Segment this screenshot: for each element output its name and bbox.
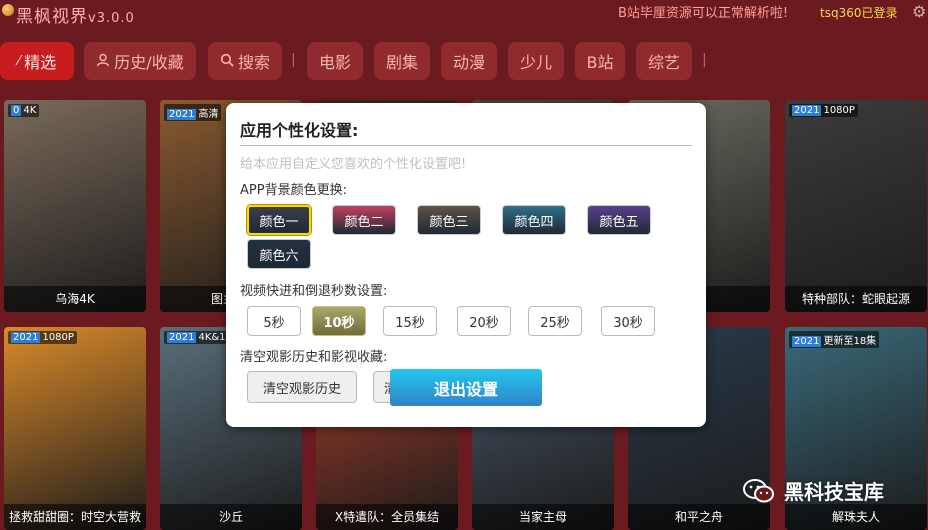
quality-label: 更新至18集	[823, 336, 877, 347]
nav-label: 精选	[24, 53, 57, 72]
app-title: 黑枫视界v3.0.0	[16, 2, 135, 27]
top-bar: 黑枫视界v3.0.0 B站毕厘资源可以正常解析啦! tsq360已登录 ⚙	[0, 0, 928, 28]
nav-divider: |	[702, 52, 707, 68]
nav-anime[interactable]: 动漫	[441, 42, 497, 80]
app-version: v3.0.0	[88, 11, 135, 26]
watermark: 黑科技宝库	[742, 476, 884, 505]
nav-label: 少儿	[519, 53, 552, 72]
bg-color-option[interactable]: 颜色五	[587, 205, 651, 235]
dialog-subtitle: 给本应用自定义您喜欢的个性化设置吧!	[240, 157, 467, 172]
search-icon	[220, 52, 234, 71]
user-icon	[96, 52, 110, 71]
bg-color-option[interactable]: 颜色四	[502, 205, 566, 235]
year-badge: 0	[11, 105, 22, 116]
year-badge: 2021	[792, 105, 822, 116]
movie-title: 拯救甜甜圈：时空大营救	[4, 504, 146, 530]
nav-divider: |	[291, 52, 296, 68]
quality-badge: 2021 1080P	[789, 104, 858, 117]
exit-settings-button[interactable]: 退出设置	[390, 369, 542, 406]
seek-seconds-label: 视频快进和倒退秒数设置:	[240, 284, 388, 299]
seek-option[interactable]: 5秒	[247, 306, 301, 336]
year-badge: 2021	[167, 109, 197, 120]
nav-history-favorites[interactable]: 历史/收藏	[84, 42, 196, 80]
login-status[interactable]: tsq360已登录	[820, 4, 897, 21]
nav-label: 历史/收藏	[114, 53, 184, 72]
movie-title: 和平之舟	[628, 504, 770, 530]
movie-poster	[4, 327, 146, 530]
nav-bilibili[interactable]: B站	[575, 42, 625, 80]
movie-title: 当家主母	[472, 504, 614, 530]
quality-label: 高清	[198, 109, 219, 120]
watermark-text: 黑科技宝库	[784, 480, 884, 504]
movie-card[interactable]: 2021 1080P 特种部队：蛇眼起源	[785, 100, 927, 312]
dialog-divider	[240, 145, 692, 146]
movie-title: 解珠夫人	[785, 504, 927, 530]
seek-option[interactable]: 20秒	[457, 306, 511, 336]
quality-badge: 2021 高清	[164, 104, 222, 121]
nav-series[interactable]: 剧集	[374, 42, 430, 80]
magic-wand-icon: ⁄	[17, 53, 21, 69]
year-badge: 2021	[167, 332, 197, 343]
movie-title: 乌海4K	[4, 286, 146, 312]
nav-movies[interactable]: 电影	[307, 42, 363, 80]
quality-badge: 2021 1080P	[8, 331, 77, 344]
nav-kids[interactable]: 少儿	[508, 42, 564, 80]
clear-data-label: 清空观影历史和影视收藏:	[240, 350, 388, 365]
quality-label: 4K	[23, 105, 37, 116]
bg-color-option[interactable]: 颜色六	[247, 239, 311, 269]
wechat-icon	[742, 478, 776, 504]
settings-dialog: 应用个性化设置: 给本应用自定义您喜欢的个性化设置吧! APP背景颜色更换: 颜…	[226, 103, 706, 427]
bg-color-option[interactable]: 颜色三	[417, 205, 481, 235]
nav-search[interactable]: 搜索	[208, 42, 282, 80]
nav-label: 剧集	[385, 53, 418, 72]
nav-variety[interactable]: 综艺	[636, 42, 692, 80]
movie-title: 沙丘	[160, 504, 302, 530]
nav-label: 综艺	[647, 53, 680, 72]
seek-option[interactable]: 15秒	[383, 306, 437, 336]
movie-poster	[785, 100, 927, 312]
app-logo	[2, 4, 14, 16]
bg-color-option[interactable]: 颜色二	[332, 205, 396, 235]
category-nav: ⁄ 精选 历史/收藏 搜索 | 电影 剧集 动漫 少儿 B站 综艺 |	[0, 42, 928, 82]
movie-card[interactable]: 0 4K 乌海4K	[4, 100, 146, 312]
gear-icon[interactable]: ⚙	[912, 2, 926, 21]
quality-label: 1080P	[42, 332, 74, 343]
status-message: B站毕厘资源可以正常解析啦!	[618, 6, 789, 21]
bg-color-label: APP背景颜色更换:	[240, 183, 347, 198]
quality-badge: 2021 更新至18集	[789, 331, 880, 348]
movie-card[interactable]: 2021 1080P 拯救甜甜圈：时空大营救	[4, 327, 146, 530]
app-name: 黑枫视界	[16, 7, 88, 27]
quality-label: 1080P	[823, 105, 855, 116]
seek-option[interactable]: 30秒	[601, 306, 655, 336]
seek-option[interactable]: 25秒	[528, 306, 582, 336]
movie-title: 特种部队：蛇眼起源	[785, 286, 927, 312]
dialog-title: 应用个性化设置:	[240, 121, 359, 140]
nav-label: 动漫	[452, 53, 485, 72]
year-badge: 2021	[792, 336, 822, 347]
nav-label: 搜索	[237, 53, 270, 72]
bg-color-option[interactable]: 颜色一	[247, 205, 311, 235]
clear-history-button[interactable]: 清空观影历史	[247, 371, 357, 403]
movie-poster	[4, 100, 146, 312]
year-badge: 2021	[11, 332, 41, 343]
movie-title: X特遣队：全员集结	[316, 504, 458, 530]
nav-featured[interactable]: ⁄ 精选	[0, 42, 74, 80]
quality-badge: 0 4K	[8, 104, 40, 117]
nav-label: B站	[586, 53, 614, 72]
seek-option[interactable]: 10秒	[312, 306, 366, 336]
nav-label: 电影	[318, 53, 351, 72]
